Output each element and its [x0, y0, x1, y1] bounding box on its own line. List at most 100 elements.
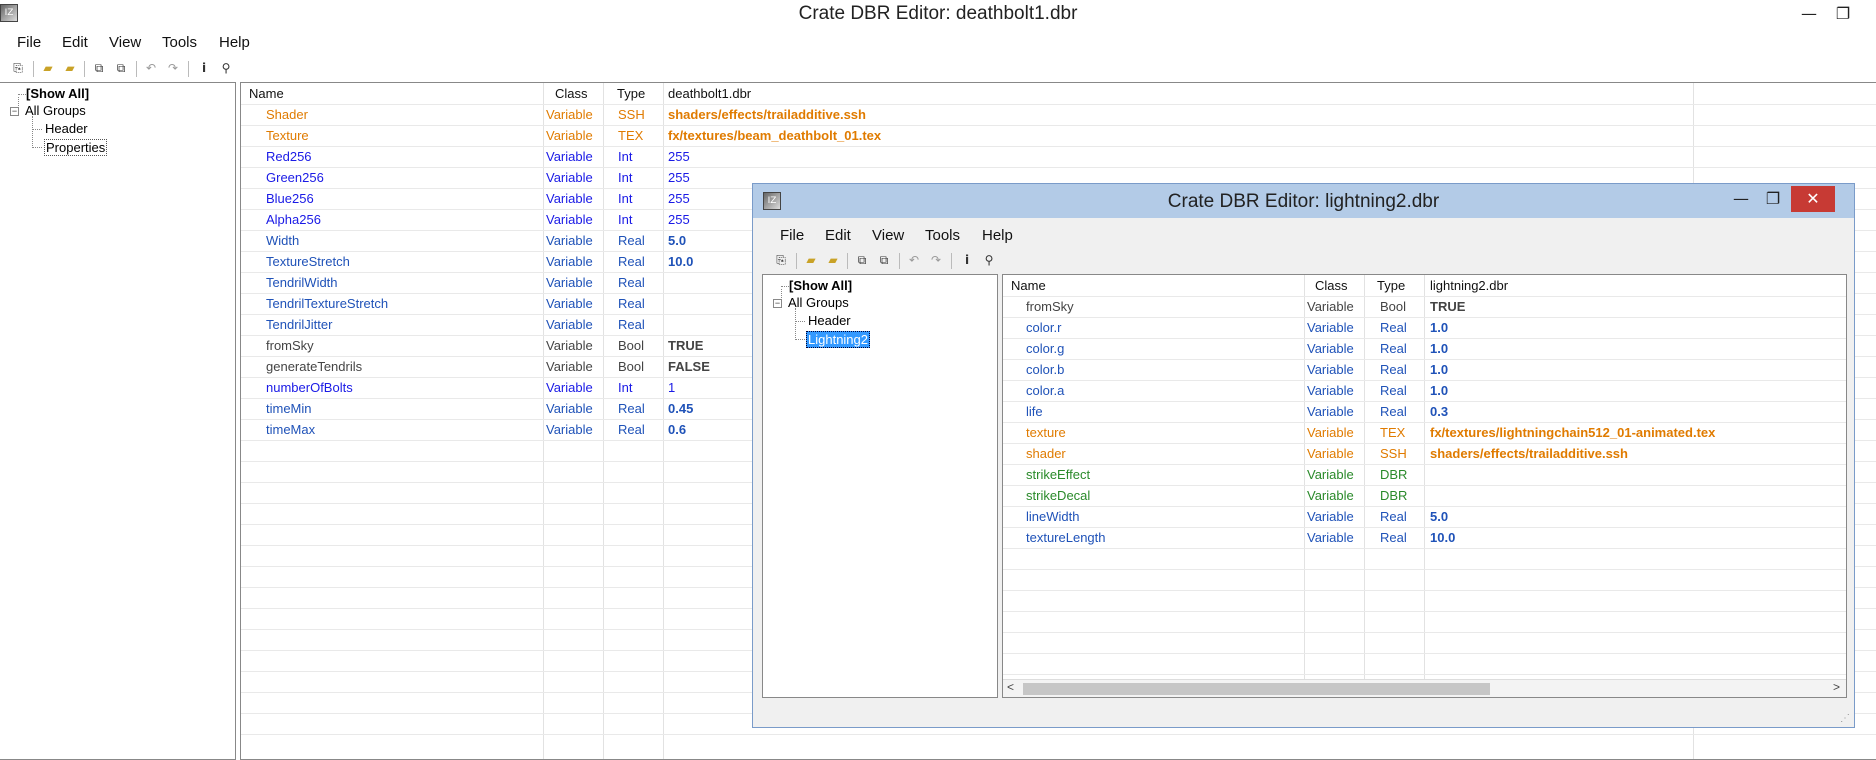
cell-value[interactable]: 10.0 — [668, 254, 693, 269]
cell-type[interactable]: Real — [1380, 530, 1407, 545]
cell-value[interactable]: 1.0 — [1430, 383, 1448, 398]
tree-item-lightning2[interactable]: Lightning2 — [806, 331, 870, 348]
lightning2-window[interactable]: IZ Crate DBR Editor: lightning2.dbr — ❐ … — [752, 183, 1855, 728]
cell-name[interactable]: fromSky — [1026, 299, 1074, 314]
tree-item-properties[interactable]: Properties — [44, 139, 108, 156]
cell-type[interactable]: Bool — [1380, 299, 1406, 314]
cell-name[interactable]: strikeDecal — [1026, 488, 1090, 503]
cell-type[interactable]: Real — [1380, 509, 1407, 524]
cell-value[interactable]: 5.0 — [1430, 509, 1448, 524]
cell-class[interactable]: Variable — [1307, 383, 1354, 398]
minimize-icon[interactable]: — — [1791, 0, 1827, 28]
cell-type[interactable]: Bool — [618, 359, 644, 374]
col-class-header[interactable]: Class — [555, 86, 588, 101]
cell-value[interactable]: 1.0 — [1430, 341, 1448, 356]
menu-file[interactable]: File — [780, 227, 804, 244]
menu-edit[interactable]: Edit — [62, 34, 88, 51]
cell-class[interactable]: Variable — [1307, 446, 1354, 461]
cell-class[interactable]: Variable — [1307, 362, 1354, 377]
copy-icon[interactable]: ⧉ — [854, 252, 870, 268]
cell-value[interactable]: 1.0 — [1430, 320, 1448, 335]
paste-icon[interactable]: ⧉ — [113, 60, 129, 76]
tree-show-all[interactable]: [Show All] — [26, 86, 89, 101]
paste-icon[interactable]: ⧉ — [876, 252, 892, 268]
cell-type[interactable]: Int — [618, 212, 632, 227]
cell-name[interactable]: TendrilJitter — [266, 317, 332, 332]
cell-value[interactable]: TRUE — [668, 338, 703, 353]
cell-type[interactable]: DBR — [1380, 488, 1407, 503]
tree-item-header[interactable]: Header — [45, 121, 88, 136]
menu-edit[interactable]: Edit — [825, 227, 851, 244]
close-icon[interactable]: ✕ — [1791, 186, 1835, 212]
cell-name[interactable]: TextureStretch — [266, 254, 350, 269]
cell-type[interactable]: Real — [1380, 383, 1407, 398]
menu-tools[interactable]: Tools — [925, 227, 960, 244]
open-folder-icon[interactable]: ▰ — [803, 252, 819, 268]
menu-help[interactable]: Help — [982, 227, 1013, 244]
col-name-header[interactable]: Name — [249, 86, 284, 101]
cell-class[interactable]: Variable — [546, 317, 593, 332]
cell-name[interactable]: life — [1026, 404, 1043, 419]
cell-value[interactable]: 0.3 — [1430, 404, 1448, 419]
cell-class[interactable]: Variable — [546, 401, 593, 416]
cell-value[interactable]: 255 — [668, 191, 690, 206]
cell-name[interactable]: numberOfBolts — [266, 380, 353, 395]
cell-type[interactable]: DBR — [1380, 467, 1407, 482]
undo-icon[interactable]: ↶ — [143, 60, 159, 76]
cell-class[interactable]: Variable — [1307, 404, 1354, 419]
cell-class[interactable]: Variable — [546, 233, 593, 248]
tree-show-all[interactable]: [Show All] — [789, 278, 852, 293]
cell-class[interactable]: Variable — [546, 380, 593, 395]
cell-type[interactable]: SSH — [618, 107, 645, 122]
cell-type[interactable]: Real — [1380, 404, 1407, 419]
cell-name[interactable]: Width — [266, 233, 299, 248]
cell-class[interactable]: Variable — [1307, 320, 1354, 335]
cell-value[interactable]: 0.45 — [668, 401, 693, 416]
cell-type[interactable]: SSH — [1380, 446, 1407, 461]
float-titlebar[interactable]: IZ Crate DBR Editor: lightning2.dbr — ❐ … — [753, 184, 1854, 218]
cell-name[interactable]: generateTendrils — [266, 359, 362, 374]
cell-value[interactable]: 255 — [668, 170, 690, 185]
cell-name[interactable]: timeMin — [266, 401, 312, 416]
tree-all-groups[interactable]: All Groups — [25, 103, 86, 118]
cell-value[interactable]: 10.0 — [1430, 530, 1455, 545]
cell-type[interactable]: Real — [618, 422, 645, 437]
col-value-header[interactable]: deathbolt1.dbr — [668, 86, 751, 101]
col-type-header[interactable]: Type — [1377, 278, 1405, 293]
cell-name[interactable]: color.b — [1026, 362, 1064, 377]
open-folder-icon[interactable]: ▰ — [40, 60, 56, 76]
cell-class[interactable]: Variable — [1307, 509, 1354, 524]
cell-type[interactable]: Real — [618, 317, 645, 332]
cell-type[interactable]: Int — [618, 380, 632, 395]
cell-class[interactable]: Variable — [546, 107, 593, 122]
cell-class[interactable]: Variable — [1307, 425, 1354, 440]
binoculars-icon[interactable]: ⚲ — [981, 252, 997, 268]
cell-name[interactable]: strikeEffect — [1026, 467, 1090, 482]
col-value-header[interactable]: lightning2.dbr — [1430, 278, 1508, 293]
cell-name[interactable]: TendrilTextureStretch — [266, 296, 388, 311]
cell-name[interactable]: shader — [1026, 446, 1066, 461]
cell-name[interactable]: fromSky — [266, 338, 314, 353]
cell-type[interactable]: Real — [1380, 341, 1407, 356]
cell-class[interactable]: Variable — [546, 128, 593, 143]
cell-class[interactable]: Variable — [546, 275, 593, 290]
info-icon[interactable]: i — [959, 252, 975, 268]
cell-name[interactable]: color.a — [1026, 383, 1064, 398]
cell-type[interactable]: TEX — [618, 128, 643, 143]
cell-value[interactable]: 255 — [668, 212, 690, 227]
menu-file[interactable]: File — [17, 34, 41, 51]
cell-type[interactable]: Bool — [618, 338, 644, 353]
cell-name[interactable]: Texture — [266, 128, 309, 143]
redo-icon[interactable]: ↷ — [165, 60, 181, 76]
new-icon[interactable]: ⎘ — [10, 60, 26, 76]
horizontal-scrollbar[interactable]: < > — [1003, 679, 1846, 697]
cell-type[interactable]: Int — [618, 149, 632, 164]
scrollbar-thumb[interactable] — [1023, 683, 1490, 695]
menu-view[interactable]: View — [109, 34, 141, 51]
cell-value[interactable]: TRUE — [1430, 299, 1465, 314]
cell-type[interactable]: Real — [618, 233, 645, 248]
cell-value[interactable]: 1.0 — [1430, 362, 1448, 377]
cell-type[interactable]: Int — [618, 191, 632, 206]
cell-class[interactable]: Variable — [546, 170, 593, 185]
cell-name[interactable]: Shader — [266, 107, 308, 122]
